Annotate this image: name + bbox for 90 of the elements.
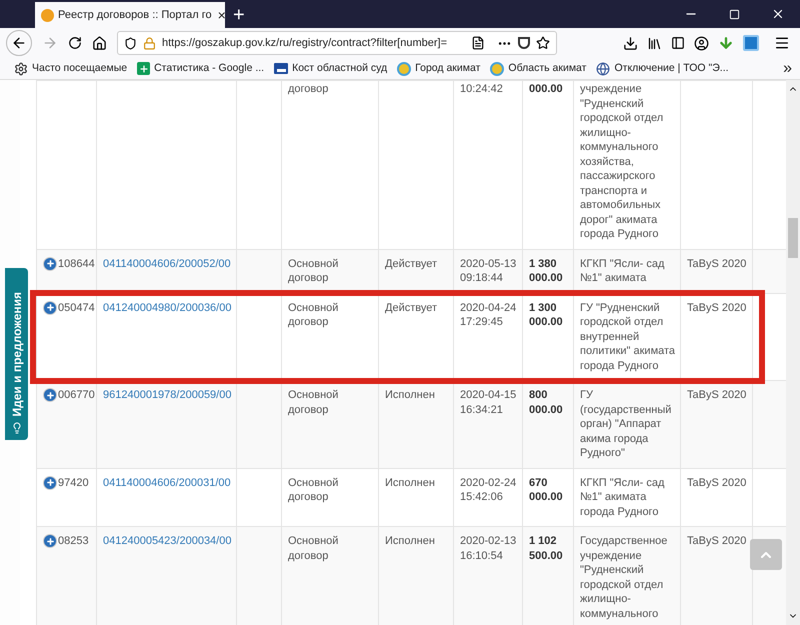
gear-icon bbox=[14, 62, 28, 76]
bookmark-item[interactable]: Статистика - Google ... bbox=[137, 60, 264, 76]
library-icon[interactable] bbox=[647, 36, 662, 50]
browser-tab[interactable]: Реестр договоров :: Портал го × bbox=[35, 2, 225, 28]
customer-name: КГКП "Ясли- сад №1" акимата bbox=[580, 258, 664, 284]
account-icon[interactable] bbox=[694, 36, 709, 50]
back-button[interactable] bbox=[6, 30, 32, 56]
maximize-icon[interactable] bbox=[729, 8, 740, 20]
bookmark-item[interactable]: Область акимат bbox=[490, 60, 586, 76]
expand-icon[interactable] bbox=[43, 388, 57, 402]
spreadsheet-icon bbox=[137, 62, 150, 75]
scrollbar[interactable] bbox=[786, 80, 800, 625]
feedback-tab[interactable]: Идеи и предложения bbox=[5, 268, 28, 440]
customer-name: КГКП "Ясли- сад №1" акимата города Рудного bbox=[580, 476, 664, 518]
download-arrow-icon[interactable] bbox=[718, 35, 734, 51]
contract-type: Основной договор bbox=[288, 389, 338, 416]
contract-status: Исполнен bbox=[385, 476, 435, 488]
expand-icon[interactable] bbox=[43, 256, 57, 271]
contract-type: Основной договор bbox=[288, 476, 338, 503]
contract-amount: 1 300 000.00 bbox=[529, 302, 563, 328]
contract-link[interactable]: 041140004606/200031/00 bbox=[103, 476, 231, 488]
system-name: TaByS 2020 bbox=[687, 389, 746, 401]
contract-amount: 1 102 500.00 bbox=[529, 535, 563, 562]
lightbulb-icon bbox=[10, 422, 22, 434]
contract-type: Основной договор bbox=[288, 258, 338, 284]
expand-icon[interactable] bbox=[43, 476, 57, 490]
bookmark-item[interactable]: Кост областной суд bbox=[274, 60, 388, 76]
bookmarks-overflow-button[interactable]: » bbox=[783, 56, 792, 80]
favicon-icon bbox=[41, 8, 54, 22]
reload-icon[interactable] bbox=[68, 36, 82, 50]
system-name: TaByS 2020 bbox=[687, 302, 746, 314]
court-icon bbox=[274, 63, 288, 74]
contract-number: 97420 bbox=[58, 476, 89, 490]
bookmark-item[interactable]: Отключение | ТОО "Э... bbox=[596, 60, 729, 76]
close-tab-button[interactable]: × bbox=[216, 4, 228, 26]
customer-name: ГУ (государственный орган) "Аппарат акима города Рудного" bbox=[580, 389, 672, 459]
system-name: TaByS 2020 bbox=[687, 476, 746, 488]
bookmark-item[interactable]: Город акимат bbox=[397, 60, 480, 76]
contract-status: Действует bbox=[385, 302, 438, 314]
close-icon[interactable] bbox=[771, 7, 785, 21]
url-text: https://goszakup.gov.kz/ru/registry/contract?filter[number]= bbox=[162, 36, 448, 51]
customer-name: ГУ "Рудненский городской отдел внутренней политики" акимата города Рудного bbox=[580, 302, 676, 372]
reader-icon[interactable] bbox=[471, 36, 485, 50]
contract-type: Основной договор bbox=[288, 535, 338, 562]
lock-icon bbox=[143, 36, 156, 50]
shield-icon bbox=[124, 36, 137, 50]
expand-icon[interactable] bbox=[43, 534, 57, 548]
contract-amount: 000.00 bbox=[529, 83, 563, 95]
contract-amount: 800 000.00 bbox=[529, 389, 563, 416]
contract-link[interactable]: 041240004980/200036/00 bbox=[103, 302, 232, 314]
contract-date: 2020-04-15 16:34:21 bbox=[460, 389, 516, 416]
sidebar-icon[interactable] bbox=[671, 36, 685, 50]
menu-icon[interactable] bbox=[774, 35, 790, 51]
contract-type: Основной договор bbox=[288, 302, 338, 328]
bookmark-item[interactable]: Часто посещаемые bbox=[14, 60, 128, 76]
globe-icon bbox=[596, 62, 610, 76]
contract-date: 2020-05-13 09:18:44 bbox=[460, 258, 516, 284]
home-icon[interactable] bbox=[92, 36, 107, 50]
contract-status: Действует bbox=[385, 258, 438, 270]
scrollbar-thumb[interactable] bbox=[788, 218, 798, 258]
system-name: TaByS 2020 bbox=[687, 535, 746, 547]
expand-icon[interactable] bbox=[43, 300, 57, 315]
contract-link[interactable]: 961240001978/200059/00 bbox=[103, 389, 232, 401]
emblem-icon bbox=[490, 62, 504, 76]
emblem-icon bbox=[397, 62, 412, 76]
customer-name: Государственное учреждение "Рудненский городской отдел жилищно-коммунального bbox=[580, 535, 668, 620]
new-tab-button[interactable]: + bbox=[233, 5, 245, 25]
contract-amount: 670 000.00 bbox=[529, 476, 563, 503]
customer-name: учреждение "Рудненский городской отдел жилищно-коммунального хозяйства, пассажирского транспорта и автомобильных дорог" акимата города Рудного bbox=[580, 83, 664, 240]
bookmark-star-icon[interactable] bbox=[536, 36, 550, 50]
contract-number: 050474 bbox=[58, 300, 95, 315]
contract-amount: 1 380 000.00 bbox=[529, 258, 563, 284]
contract-type: договор bbox=[288, 83, 328, 95]
contract-status: Исполнен bbox=[385, 535, 435, 547]
contract-status: Исполнен bbox=[385, 389, 435, 401]
contract-number: 08253 bbox=[58, 534, 89, 548]
contract-date: 10:24:42 bbox=[460, 83, 503, 95]
download-icon[interactable] bbox=[623, 36, 638, 50]
address-bar[interactable]: https://goszakup.gov.kz/ru/registry/contract?filter[number]= bbox=[117, 31, 557, 55]
contract-number: 006770 bbox=[58, 388, 95, 402]
contract-link[interactable]: 041140004606/200052/00 bbox=[103, 258, 231, 270]
tab-title: Реестр договоров :: Портал го bbox=[58, 8, 212, 23]
system-name: TaByS 2020 bbox=[687, 258, 746, 270]
pocket-icon[interactable] bbox=[518, 37, 530, 49]
contract-number: 108644 bbox=[58, 256, 95, 271]
contract-link[interactable]: 041240005423/200034/00 bbox=[103, 535, 232, 547]
contract-date: 2020-02-24 15:42:06 bbox=[460, 476, 516, 503]
extension-icon[interactable] bbox=[743, 35, 759, 51]
contract-date: 2020-02-13 16:10:54 bbox=[460, 535, 516, 562]
contract-date: 2020-04-24 17:29:45 bbox=[460, 302, 516, 328]
